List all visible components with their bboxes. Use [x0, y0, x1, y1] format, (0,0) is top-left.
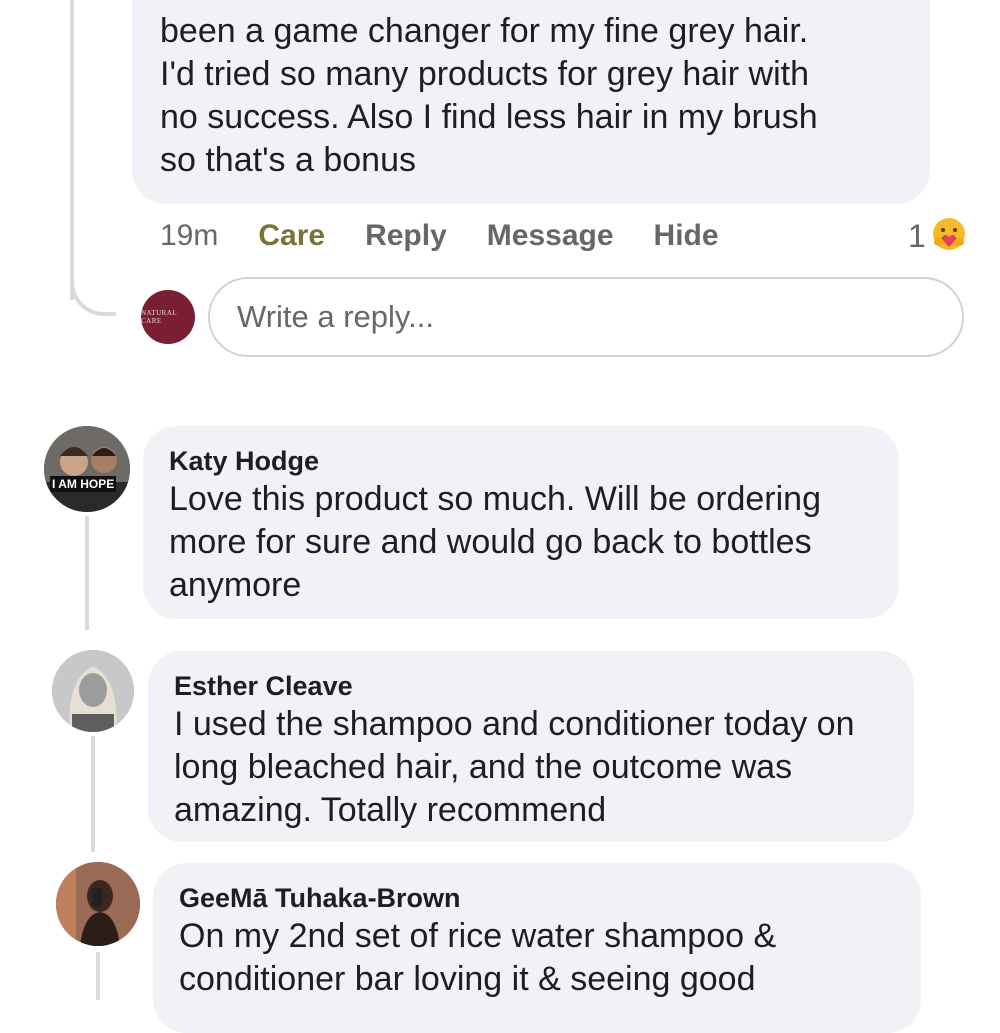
comment-bubble: Katy Hodge Love this product so much. Wi…	[143, 426, 899, 619]
comment-text-line: Love this product so much. Will be order…	[169, 480, 821, 518]
comment-text-line: long bleached hair, and the outcome was	[174, 748, 793, 786]
comment-text-line: anymore	[169, 566, 302, 604]
comment-text-line: conditioner bar loving it & seeing good	[179, 960, 756, 998]
reply-avatar: NATURAL CARE	[141, 290, 195, 344]
comment-text-line: more for sure and would go back to bottl…	[169, 523, 812, 561]
avatar[interactable]	[52, 650, 134, 732]
comment-author[interactable]: Katy Hodge	[169, 446, 319, 477]
reply-input[interactable]: Write a reply...	[208, 277, 964, 357]
comment-bubble: Esther Cleave I used the shampoo and con…	[148, 651, 914, 842]
message-button[interactable]: Message	[487, 219, 614, 253]
thread-line	[96, 952, 100, 1000]
thread-curve	[70, 264, 116, 316]
thread-line	[91, 736, 95, 852]
comment-actions: 19m Care Reply Message Hide	[160, 214, 759, 258]
comment-text-line: amazing. Totally recommend	[174, 791, 607, 829]
thread-line	[70, 0, 74, 300]
timestamp[interactable]: 19m	[160, 219, 218, 253]
reaction-count: 1	[908, 217, 926, 254]
care-emoji-icon	[930, 215, 968, 258]
comment-text-line: no success. Also I find less hair in my …	[160, 98, 818, 136]
care-button[interactable]: Care	[258, 219, 325, 253]
comment-text-line: so that's a bonus	[160, 141, 416, 179]
comment-author[interactable]: Esther Cleave	[174, 671, 353, 702]
comment-text-line: On my 2nd set of rice water shampoo &	[179, 917, 777, 955]
comment-bubble: GeeMā Tuhaka-Brown On my 2nd set of rice…	[153, 863, 921, 1033]
comment-bubble: been a game changer for my fine grey hai…	[132, 0, 930, 204]
comment-text-line: been a game changer for my fine grey hai…	[160, 12, 809, 50]
avatar-badge-text: I AM HOPE	[50, 476, 117, 492]
comment-text-line: I used the shampoo and conditioner today…	[174, 705, 855, 743]
comment-text-line: I'd tried so many products for grey hair…	[160, 55, 809, 93]
thread-line	[85, 516, 89, 630]
avatar[interactable]	[56, 862, 140, 946]
reply-button[interactable]: Reply	[365, 219, 447, 253]
avatar-logo-text: NATURAL CARE	[141, 309, 177, 325]
reply-placeholder: Write a reply...	[237, 299, 434, 334]
reaction-summary[interactable]: 1	[908, 214, 968, 258]
avatar[interactable]: I AM HOPE	[44, 426, 130, 512]
hide-button[interactable]: Hide	[654, 219, 719, 253]
comment-author[interactable]: GeeMā Tuhaka-Brown	[179, 883, 461, 914]
